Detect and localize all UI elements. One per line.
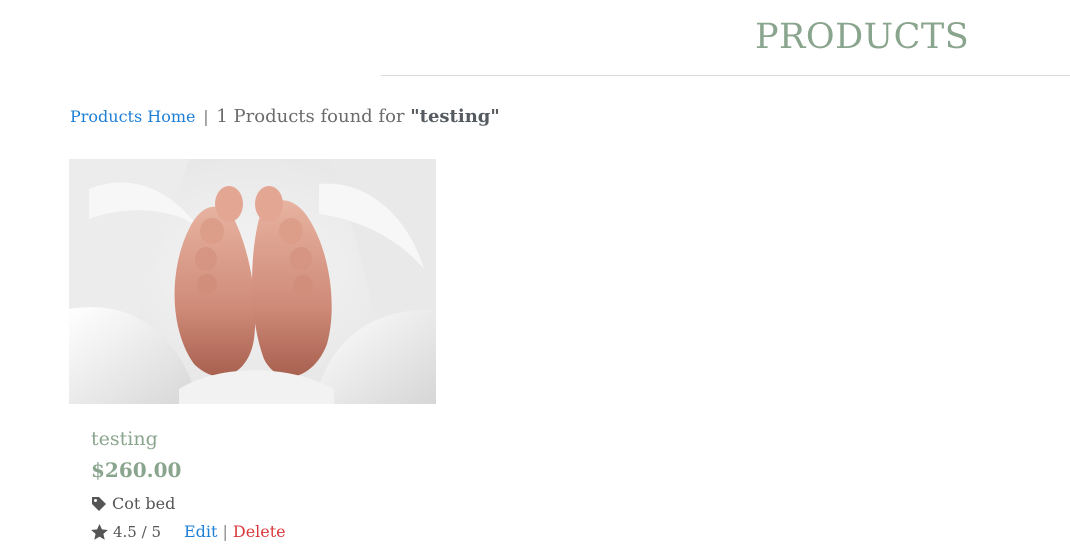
product-image[interactable] <box>69 159 436 404</box>
category-label: Cot bed <box>112 494 176 513</box>
tag-icon <box>92 497 106 511</box>
product-rating-row: 4.5 / 5 Edit | Delete <box>91 521 286 543</box>
product-price: $260.00 <box>91 458 182 482</box>
page-title: PRODUCTS <box>755 17 970 57</box>
products-home-link[interactable]: Products Home <box>70 107 196 126</box>
breadcrumb: Products Home | 1 Products found for "te… <box>70 104 500 130</box>
results-count-text: 1 Products found for <box>216 106 405 127</box>
breadcrumb-separator: | <box>203 107 209 126</box>
title-divider <box>381 75 1070 76</box>
delete-button[interactable]: Delete <box>233 521 286 543</box>
star-icon <box>91 524 108 540</box>
product-card: testing $260.00 Cot bed 4.5 / 5 Edit | D… <box>69 159 436 541</box>
product-name[interactable]: testing <box>91 425 158 453</box>
product-category: Cot bed <box>91 493 175 515</box>
rating-value: 4.5 / 5 <box>113 523 161 541</box>
search-query: "testing" <box>410 106 500 127</box>
edit-button[interactable]: Edit <box>184 521 217 543</box>
action-separator: | <box>222 522 228 541</box>
